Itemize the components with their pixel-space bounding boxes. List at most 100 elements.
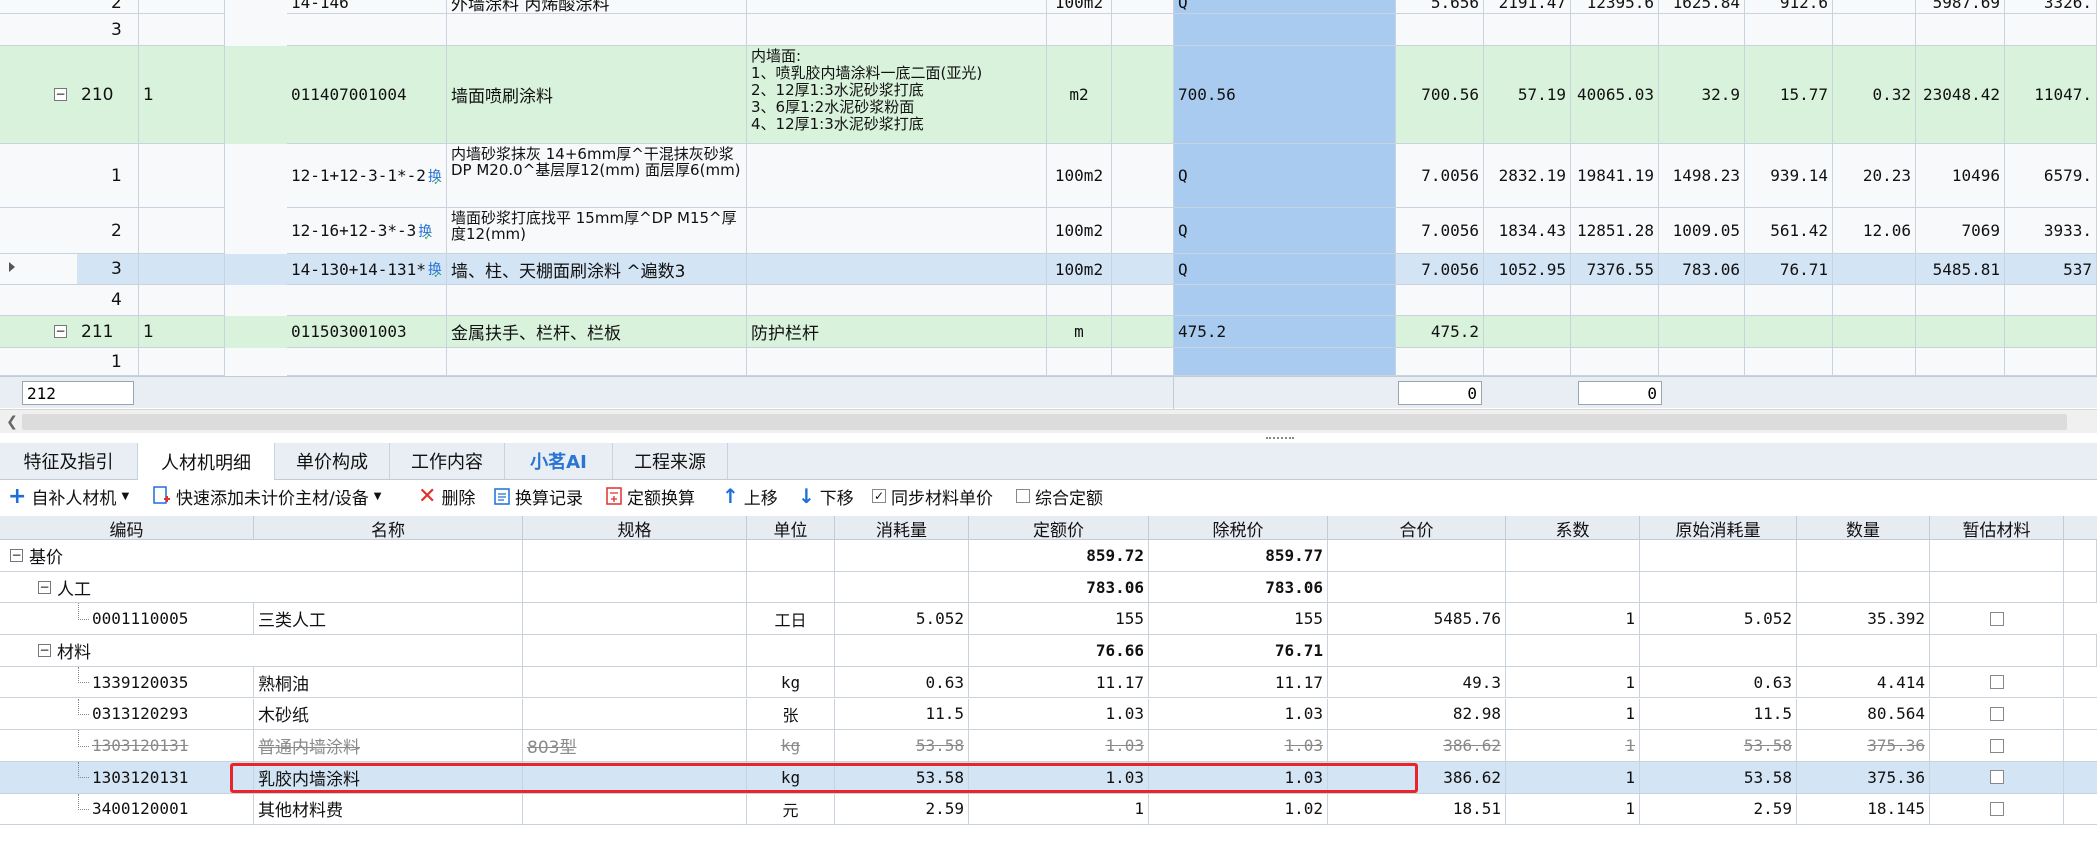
code-cell[interactable] xyxy=(287,285,447,316)
group-cell[interactable] xyxy=(1328,540,1506,572)
unit-cell[interactable]: 100m2 xyxy=(1047,208,1112,254)
code-cell[interactable]: 0001110005 xyxy=(0,603,254,636)
group-cell[interactable]: − 材料 xyxy=(0,635,254,667)
group-cell[interactable] xyxy=(747,540,835,572)
value-cell[interactable]: 1625.84 xyxy=(1659,0,1745,14)
seq-cell[interactable]: 1 xyxy=(107,144,225,208)
tree-cell[interactable]: − xyxy=(0,46,77,144)
upper-row[interactable]: − 211 1 011503001003 金属扶手、栏杆、栏板 防护栏杆 m 475.2 475… xyxy=(0,316,2097,348)
value-cell[interactable]: 32.9 xyxy=(1659,46,1745,144)
orig-cell[interactable]: 2.59 xyxy=(1640,793,1797,826)
value-cell[interactable] xyxy=(1484,348,1571,376)
description-cell[interactable] xyxy=(747,0,1047,14)
code-cell[interactable]: 011503001003 xyxy=(287,316,447,348)
value-cell[interactable] xyxy=(1745,316,1833,348)
est-cell[interactable] xyxy=(1930,698,2064,731)
tab-price-composition[interactable]: 单价构成 xyxy=(275,443,390,479)
unit-cell[interactable]: 张 xyxy=(747,698,835,731)
value-cell[interactable] xyxy=(1833,0,1916,14)
tax_free-cell[interactable]: 1.02 xyxy=(1149,793,1328,826)
seq-cell[interactable]: 1 xyxy=(107,348,225,376)
value-cell[interactable] xyxy=(1916,285,2005,316)
group-cell[interactable] xyxy=(2064,540,2097,572)
value-cell[interactable]: 3326. xyxy=(2005,0,2097,14)
estimated-material-checkbox[interactable] xyxy=(1989,801,2004,816)
upper-row[interactable]: 1 xyxy=(0,348,2097,376)
value-cell[interactable] xyxy=(1484,14,1571,46)
tax_free-cell[interactable]: 1.03 xyxy=(1149,698,1328,731)
est-cell[interactable] xyxy=(1930,730,2064,762)
group-cell[interactable] xyxy=(254,571,523,604)
group-cell[interactable] xyxy=(1506,540,1640,572)
extra-cell[interactable] xyxy=(2064,667,2097,699)
col-spec[interactable]: 规格 xyxy=(523,516,747,541)
group-row-base[interactable]: − 基价 859.72 859.77 xyxy=(0,540,2097,572)
name-cell[interactable]: 普通内墙涂料 xyxy=(254,730,523,762)
estimated-material-checkbox[interactable] xyxy=(1989,706,2004,721)
unit-cell[interactable]: 100m2 xyxy=(1047,144,1112,208)
group-cell[interactable] xyxy=(523,635,747,667)
value-cell[interactable]: 0.32 xyxy=(1833,46,1916,144)
value-cell[interactable]: 5987.69 xyxy=(1916,0,2005,14)
value-cell[interactable] xyxy=(1833,254,1916,285)
group-cell[interactable] xyxy=(254,635,523,667)
quota_price-cell[interactable]: 1 xyxy=(969,793,1149,826)
code-cell[interactable] xyxy=(287,14,447,46)
collapse-icon[interactable]: − xyxy=(38,643,51,657)
unit-cell[interactable]: kg xyxy=(747,730,835,762)
value-cell[interactable]: 15.77 xyxy=(1745,46,1833,144)
value-cell[interactable] xyxy=(1659,348,1745,376)
code-cell[interactable]: 14-146 xyxy=(287,0,447,14)
value-cell[interactable] xyxy=(2005,316,2097,348)
quota_price-cell[interactable]: 155 xyxy=(969,603,1149,636)
code-cell[interactable]: 1339120035 xyxy=(0,666,254,699)
group-row-labor[interactable]: − 人工 783.06 783.06 xyxy=(0,571,2097,604)
quantity-expr-cell[interactable]: Q xyxy=(1174,254,1396,285)
est-cell[interactable] xyxy=(1930,793,2064,826)
tree-cell[interactable]: − xyxy=(0,316,77,348)
code-cell[interactable]: 0313120293 xyxy=(0,698,254,731)
seq-cell[interactable]: 4 xyxy=(107,285,225,316)
group-cell[interactable]: 76.71 xyxy=(1149,635,1328,667)
col-unit[interactable]: 单位 xyxy=(747,516,835,541)
estimated-material-checkbox[interactable] xyxy=(1989,675,2004,690)
calc-record-button[interactable]: 换算记录 xyxy=(494,481,583,511)
unit-cell[interactable]: 100m2 xyxy=(1047,0,1112,14)
description-cell[interactable] xyxy=(747,285,1047,316)
combined-quota-toggle[interactable]: 综合定额 xyxy=(1016,481,1103,511)
quantity-expr-cell[interactable]: Q xyxy=(1174,0,1396,14)
value-cell[interactable] xyxy=(1571,316,1659,348)
quota_price-cell[interactable]: 1.03 xyxy=(969,730,1149,762)
group-cell[interactable]: 76.66 xyxy=(969,635,1149,667)
quota-calc-button[interactable]: 定额换算 xyxy=(606,481,695,511)
resource-row[interactable]: 0313120293 木砂纸张 11.5 1.03 1.03 82.98 1 11.5 80.5… xyxy=(0,698,2097,731)
scrollbar-thumb[interactable] xyxy=(22,414,2067,430)
value-cell[interactable]: 7.0056 xyxy=(1396,208,1484,254)
tax_free-cell[interactable]: 1.03 xyxy=(1149,730,1328,762)
code-cell[interactable]: 011407001004 xyxy=(287,46,447,144)
seq-cell[interactable]: 2 xyxy=(107,208,225,254)
value-cell[interactable]: 10496 xyxy=(1916,144,2005,208)
upper-row[interactable]: 1 12-1+12-3-1*-2 换 ✓ 内墙砂浆抹灰 14+6mm厚^干混抹灰砂浆 D… xyxy=(0,144,2097,208)
upper-row[interactable]: 2 12-16+12-3*-3 换 ✓ 墙面砂浆打底找平 15mm厚^DP M15^厚度… xyxy=(0,208,2097,254)
qty-cell[interactable]: 35.392 xyxy=(1797,603,1930,636)
quantity-expr-cell[interactable]: 475.2 xyxy=(1174,316,1396,348)
group-cell[interactable]: 859.77 xyxy=(1149,540,1328,572)
col-name[interactable]: 名称 xyxy=(254,516,523,541)
quantity-expr-cell[interactable] xyxy=(1174,348,1396,376)
value-cell[interactable] xyxy=(1745,285,1833,316)
description-cell[interactable] xyxy=(747,208,1047,254)
unit-cell[interactable]: 100m2 xyxy=(1047,254,1112,285)
total-cell[interactable]: 82.98 xyxy=(1328,698,1506,731)
group-cell[interactable] xyxy=(747,571,835,604)
value-cell[interactable] xyxy=(1916,14,2005,46)
collapse-icon[interactable]: − xyxy=(54,88,67,101)
quantity-expr-cell[interactable] xyxy=(1174,285,1396,316)
extra-cell[interactable] xyxy=(2064,762,2097,794)
value-cell[interactable] xyxy=(2005,348,2097,376)
value-cell[interactable] xyxy=(1659,316,1745,348)
unit-cell[interactable] xyxy=(1047,348,1112,376)
factor-cell[interactable]: 1 xyxy=(1506,698,1640,731)
total-cell[interactable]: 18.51 xyxy=(1328,793,1506,826)
footer-total-input-2[interactable] xyxy=(1578,381,1662,405)
